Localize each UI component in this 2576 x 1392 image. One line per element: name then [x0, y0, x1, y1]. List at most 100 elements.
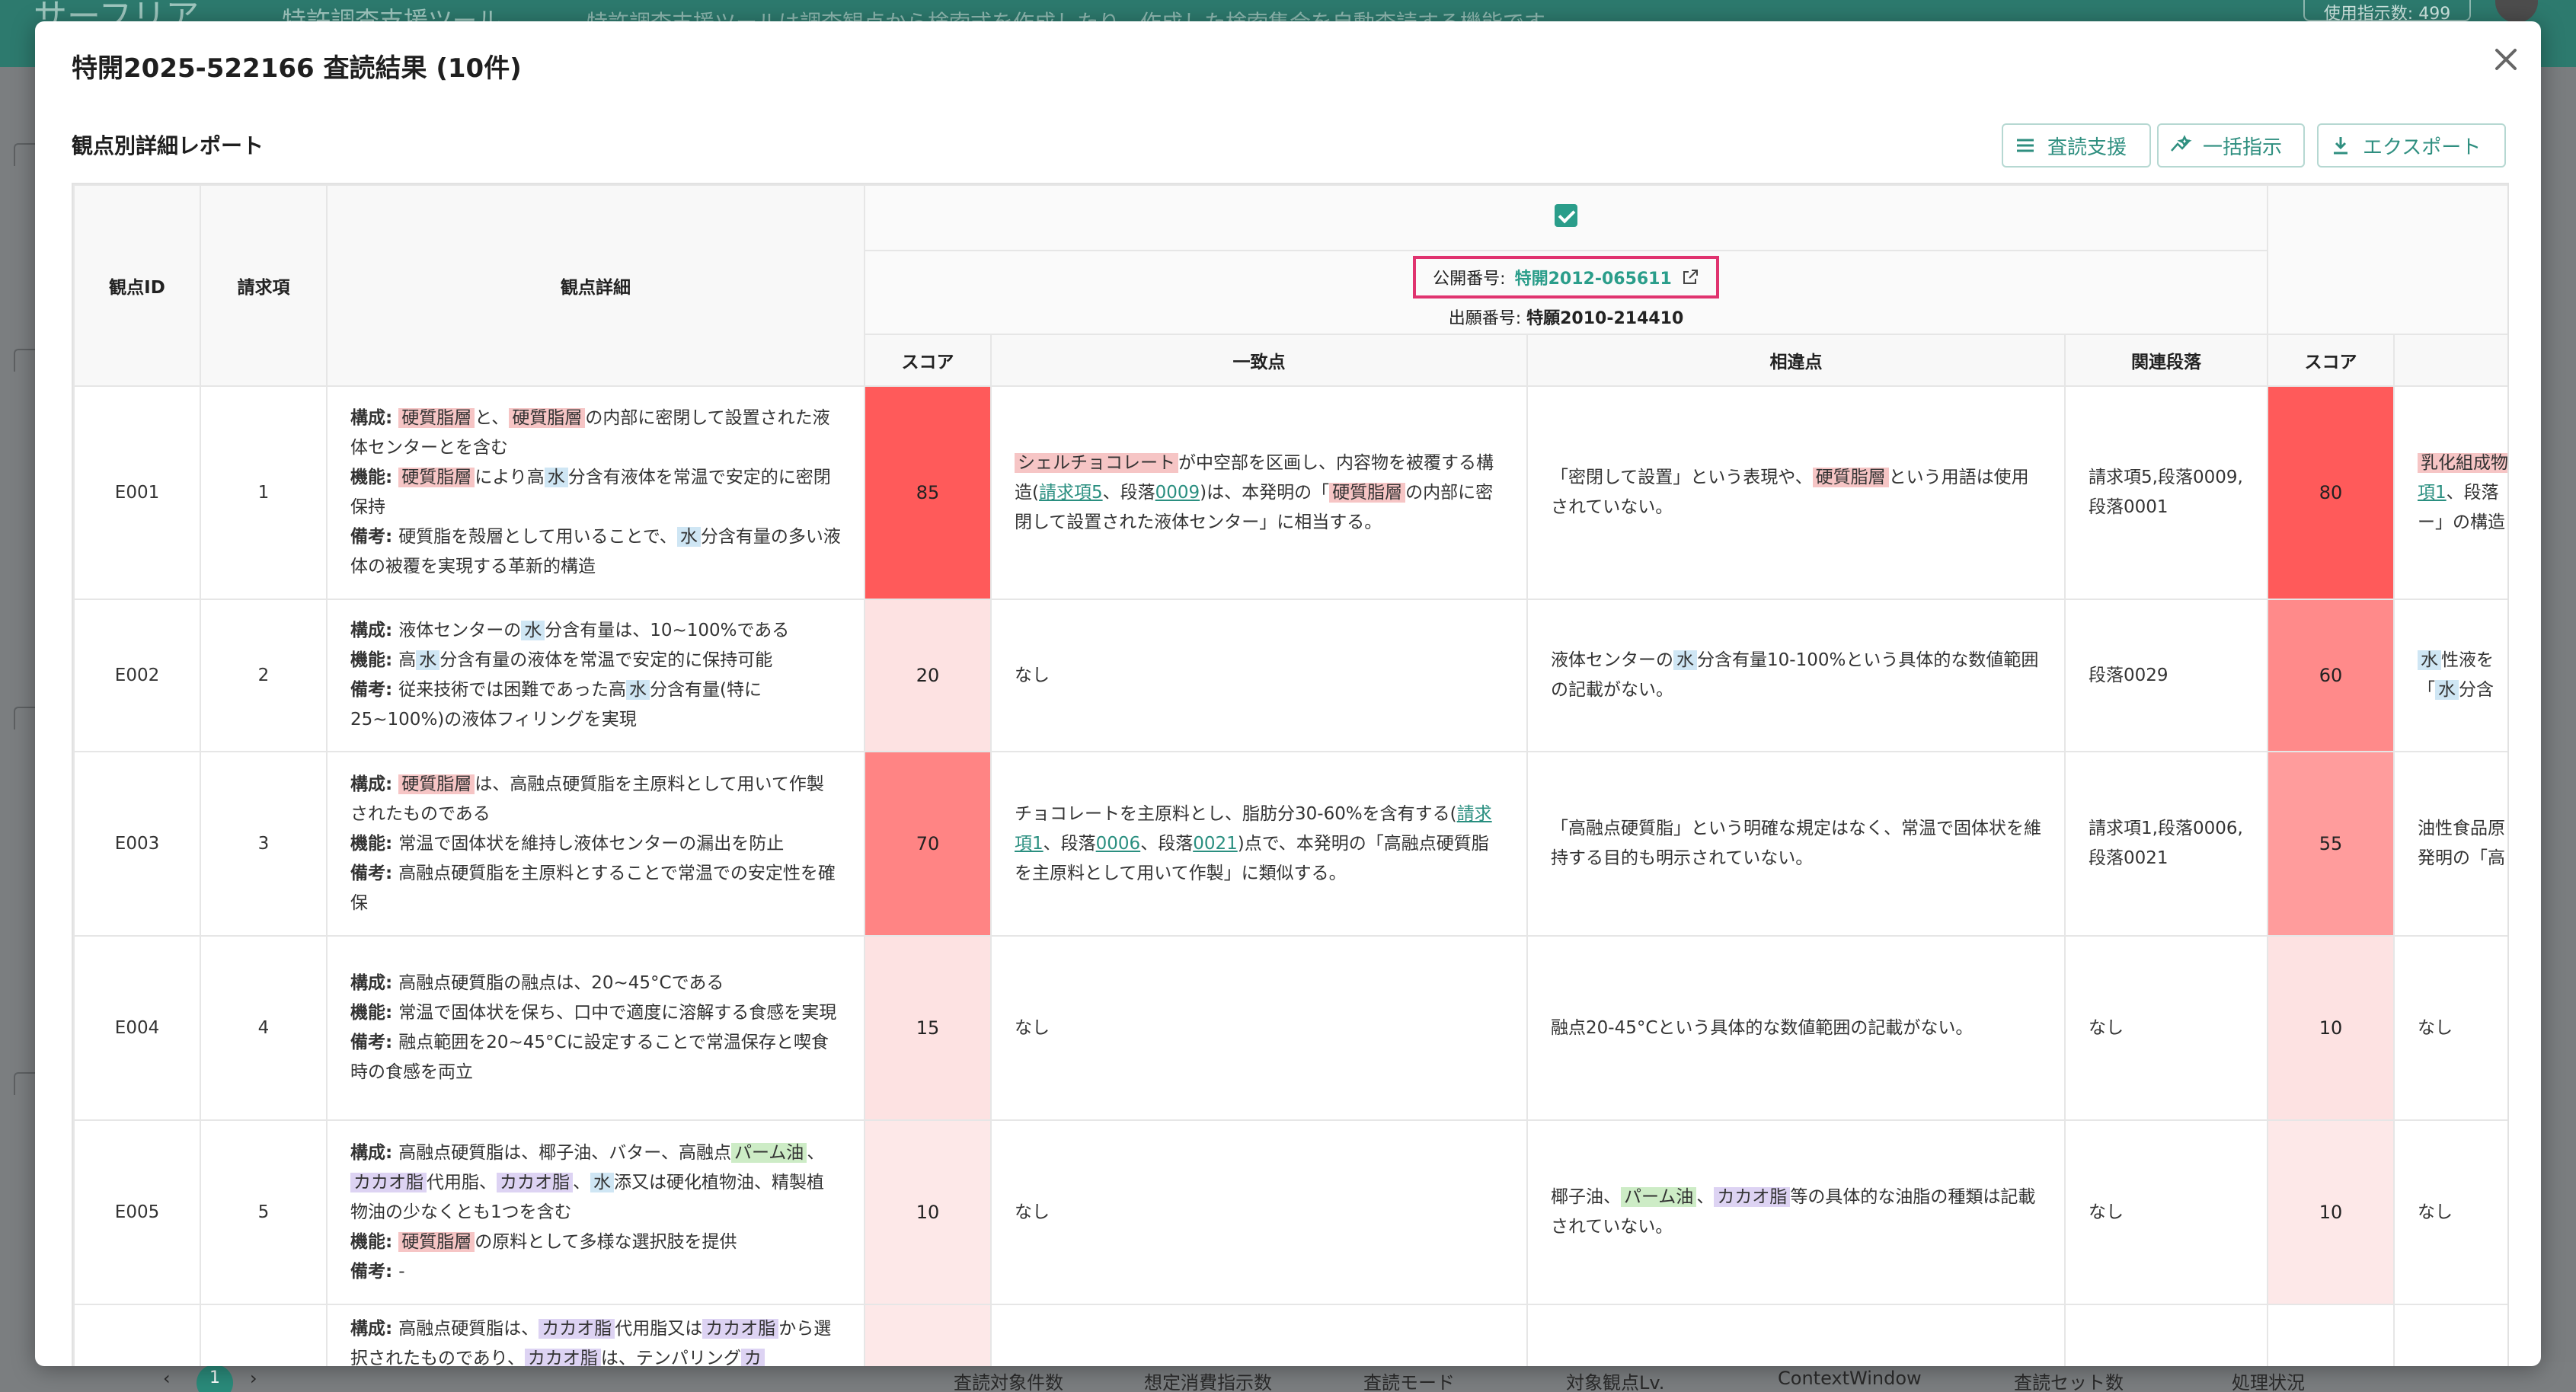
claim-number: 1 [200, 385, 328, 600]
bulk-instruction-label: 一括指示 [2203, 136, 2283, 159]
external-link-icon[interactable] [1681, 268, 1699, 286]
score-cell-2: 10 [2267, 935, 2395, 1121]
table-row[interactable]: E003 3 構成: 硬質脂層 は、高融点硬質脂を主原料として用いて作製されたもの… [73, 751, 2507, 937]
paragraph-link[interactable]: 0009 [1155, 483, 1200, 503]
header-claim: 請求項 [200, 184, 328, 387]
pagination-current[interactable]: 1 [197, 1365, 233, 1392]
checkbox-icon [14, 143, 35, 166]
export-button[interactable]: エクスポート [2317, 123, 2506, 168]
background-sidebar [0, 67, 35, 1392]
list-icon [2017, 139, 2034, 152]
claim-number: 2 [200, 599, 328, 752]
background-footer: ‹ 1 › 査読対象件数 想定消費指示数 査読モード 対象観点Lv. Conte… [0, 1362, 2576, 1392]
score-cell: 70 [864, 751, 992, 937]
modal-title: 特開2025-522166 査読結果 (10件) [72, 53, 522, 84]
header-score: スコア [864, 334, 992, 387]
table-row[interactable]: E004 4 構成: 高融点硬質脂の融点は、20~45°Cである 機能: 常温で… [73, 935, 2507, 1121]
diff-cell: 椰子油、 パーム油、カカオ脂 等の具体的な油脂の種類は記載されていない。 [1526, 1119, 2066, 1305]
footer-label: 査読モード [1363, 1372, 1455, 1392]
sparkle-icon [2171, 135, 2192, 152]
avatar[interactable] [2495, 0, 2538, 23]
perspective-detail: 構成: 硬質脂層 と、 硬質脂層 の内部に密閉して設置された液体センターとを含む 機能… [326, 385, 865, 600]
header-match-2 [2393, 334, 2507, 387]
footer-label: 想定消費指示数 [1144, 1372, 1272, 1392]
score-cell: 85 [864, 385, 992, 600]
header-diff: 相違点 [1526, 334, 2066, 387]
filter-icon [14, 707, 35, 730]
paragraph-link[interactable]: 0021 [1193, 834, 1238, 854]
footer-label: 処理状況 [2232, 1372, 2305, 1392]
paragraph-cell: 請求項5,段落0009,段落0001 [2064, 385, 2268, 600]
chevron-right-icon[interactable]: › [250, 1368, 257, 1389]
paragraph-link[interactable]: 0006 [1096, 834, 1141, 854]
match-cell-2: 水性液を「水分含 [2393, 599, 2507, 752]
export-label: エクスポート [2363, 136, 2482, 159]
paragraph-cell: なし [2064, 1119, 2268, 1305]
score-cell-2: 10 [2267, 1119, 2395, 1305]
perspective-id: E003 [73, 751, 201, 937]
diff-cell: 「高融点硬質脂」という明確な規定はなく、常温で固体状を維持する目的も明示されてい… [1526, 751, 2066, 937]
report-subtitle: 観点別詳細レポート [72, 133, 264, 158]
match-cell-2: なし [2393, 935, 2507, 1121]
table-row[interactable]: E002 2 構成: 液体センターの水分含有量は、10~100%である 機能: … [73, 599, 2507, 752]
match-cell-2: なし [2393, 1119, 2507, 1305]
footer-label: 査読対象件数 [954, 1372, 1063, 1392]
publication-label: 公開番号: [1433, 270, 1506, 289]
paragraph-cell: 請求項1,段落0006,段落0021 [2064, 751, 2268, 937]
claim-number: 5 [200, 1119, 328, 1305]
perspective-detail: 構成: 硬質脂層 は、高融点硬質脂を主原料として用いて作製されたものである 機能:… [326, 751, 865, 937]
review-result-modal: 特開2025-522166 査読結果 (10件) 観点別詳細レポート 査読支援 … [35, 21, 2541, 1366]
doc2-header [2267, 184, 2507, 335]
doc1-header: 公開番号: 特開2012-065611 出願番号: 特願2010-214410 [864, 250, 2268, 335]
bulk-instruction-button[interactable]: 一括指示 [2157, 123, 2305, 168]
doc-select-checkbox[interactable] [1555, 204, 1577, 227]
close-icon[interactable] [2491, 44, 2521, 75]
header-id: 観点ID [73, 184, 201, 387]
table-row[interactable]: E005 5 構成: 高融点硬質脂は、椰子油、バター、高融点 パーム油 、カカオ脂代… [73, 1119, 2507, 1305]
table-row[interactable]: E001 1 構成: 硬質脂層 と、 硬質脂層 の内部に密閉して設置された液体センター… [73, 385, 2507, 600]
score-cell-2: 55 [2267, 751, 2395, 937]
header-match: 一致点 [990, 334, 1528, 387]
paragraph-cell: 段落0029 [2064, 599, 2268, 752]
perspective-id: E001 [73, 385, 201, 600]
match-cell-2: 乳化組成物 項1、段落 ー」の構造 [2393, 385, 2507, 600]
footer-label: ContextWindow [1778, 1368, 1922, 1389]
match-cell-2: 油性食品原 発明の「高 [2393, 751, 2507, 937]
review-support-label: 査読支援 [2047, 136, 2127, 159]
perspective-detail: 構成: 高融点硬質脂は、 カカオ脂 代用脂又は カカオ脂 から選択されたものであり、 カカ… [326, 1304, 865, 1366]
review-support-button[interactable]: 査読支援 [2002, 123, 2151, 168]
header-score-2: スコア [2267, 334, 2395, 387]
application-number: 出願番号: 特願2010-214410 [1448, 309, 1684, 328]
score-cell: 20 [864, 599, 992, 752]
paragraph-cell: なし [2064, 935, 2268, 1121]
claim-link[interactable]: 請求項5 [1039, 483, 1103, 503]
perspective-detail: 構成: 液体センターの水分含有量は、10~100%である 機能: 高水分含有量の… [326, 599, 865, 752]
match-cell: なし [990, 1119, 1528, 1305]
header-detail: 観点詳細 [326, 184, 865, 387]
score-cell-2: 60 [2267, 599, 2395, 752]
score-cell [864, 1304, 992, 1366]
perspective-id: E005 [73, 1119, 201, 1305]
header-para: 関連段落 [2064, 334, 2268, 387]
score-cell-2: 80 [2267, 385, 2395, 600]
footer-label: 査読セット数 [2014, 1372, 2124, 1392]
table-row[interactable]: 構成: 高融点硬質脂は、 カカオ脂 代用脂又は カカオ脂 から選択されたものであり、 カカ… [73, 1304, 2507, 1366]
publication-number-box: 公開番号: 特開2012-065611 [1413, 256, 1719, 299]
diff-cell: 融点20-45°Cという具体的な数値範囲の記載がない。 [1526, 935, 2066, 1121]
match-cell: シェルチョコレート が中空部を区画し、内容物を被覆する構造(請求項5、段落0009… [990, 385, 1528, 600]
claim-number: 3 [200, 751, 328, 937]
usage-badge: 使用指示数: 499 [2303, 0, 2471, 24]
report-table: 観点ID 請求項 観点詳細 公開番号: 特開2012-065611 出願番号: … [73, 184, 2507, 1366]
match-cell: なし [990, 599, 1528, 752]
perspective-detail: 構成: 高融点硬質脂の融点は、20~45°Cである 機能: 常温で固体状を保ち、… [326, 935, 865, 1121]
footer-label: 対象観点Lv. [1566, 1372, 1665, 1392]
chevron-left-icon[interactable]: ‹ [163, 1368, 171, 1389]
diff-cell: 「密閉して設置」という表現や、 硬質脂層 という用語は使用されていない。 [1526, 385, 2066, 600]
filter-icon [14, 349, 35, 372]
report-table-container[interactable]: 観点ID 請求項 観点詳細 公開番号: 特開2012-065611 出願番号: … [72, 183, 2509, 1366]
doc-select-cell [864, 184, 2268, 251]
publication-number-link[interactable]: 特開2012-065611 [1515, 265, 1672, 289]
match-cell: チョコレートを主原料とし、脂肪分30-60%を含有する(請求項1、段落0006、… [990, 751, 1528, 937]
filter-icon [14, 1072, 35, 1095]
claim-number: 4 [200, 935, 328, 1121]
